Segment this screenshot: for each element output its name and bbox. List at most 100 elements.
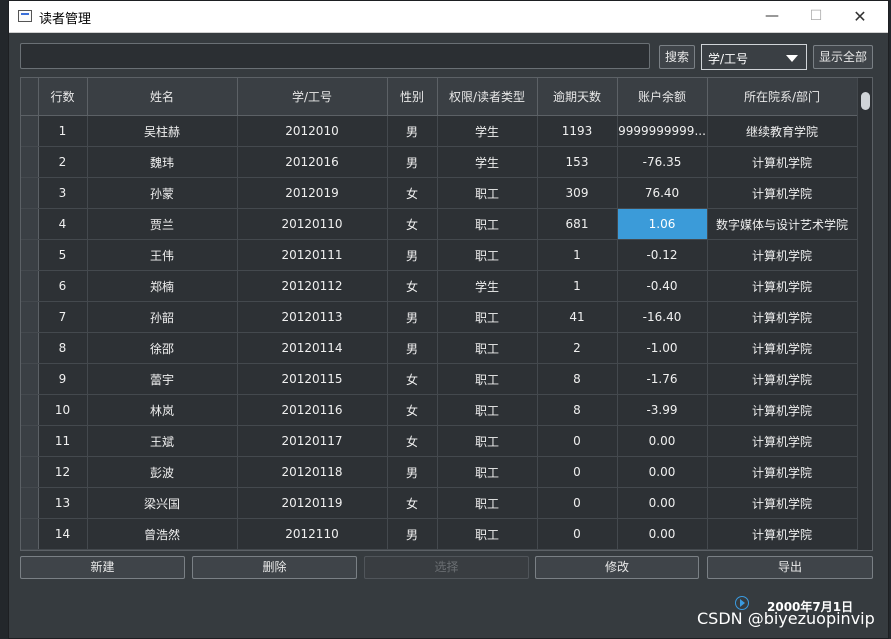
row-header[interactable] xyxy=(21,301,39,333)
table-row[interactable]: 1 吴柱赫 2012010 男学生 1193 9999999999... 继续教育学院 xyxy=(21,115,858,147)
table-cell[interactable]: 20120117 xyxy=(237,425,388,457)
column-header[interactable]: 学/工号 xyxy=(237,78,388,116)
table-cell[interactable]: 2012010 xyxy=(237,115,388,147)
table-cell[interactable]: 王伟 xyxy=(87,239,238,271)
search-button[interactable]: 搜索 xyxy=(659,45,695,69)
table-cell[interactable]: 女 xyxy=(387,394,438,426)
column-header[interactable]: 权限/读者类型 xyxy=(437,78,538,116)
table-cell[interactable]: 计算机学院 xyxy=(707,549,858,550)
table-cell[interactable]: 0.00 xyxy=(617,549,708,550)
table-cell[interactable]: 309 xyxy=(537,177,618,209)
table-cell[interactable]: 计算机学院 xyxy=(707,456,858,488)
table-cell[interactable]: -0.12 xyxy=(617,239,708,271)
table-cell[interactable]: 12 xyxy=(38,456,88,488)
table-cell[interactable]: 0.00 xyxy=(617,425,708,457)
title-bar[interactable]: 读者管理 — ☐ ✕ xyxy=(9,1,888,33)
table-cell[interactable]: 20120112 xyxy=(237,270,388,302)
row-header[interactable] xyxy=(21,270,39,302)
table-cell[interactable]: 徐邵 xyxy=(87,332,238,364)
column-header[interactable]: 账户余额 xyxy=(617,78,708,116)
table-cell[interactable]: 76.40 xyxy=(617,177,708,209)
table-row[interactable]: 6 郑楠 20120112 女学生 1 -0.40 计算机学院 xyxy=(21,270,858,302)
row-header[interactable] xyxy=(21,332,39,364)
table-cell[interactable]: 2012016 xyxy=(237,146,388,178)
table-row[interactable]: 15余鹏2012111男职工00.00计算机学院 xyxy=(21,549,858,550)
table-cell[interactable]: 职工 xyxy=(437,363,538,395)
table-cell[interactable]: 魏玮 xyxy=(87,146,238,178)
table-row[interactable]: 12 彭波 20120118 男职工 0 0.00 计算机学院 xyxy=(21,456,858,488)
table-cell[interactable]: 0 xyxy=(537,487,618,519)
row-header[interactable] xyxy=(21,456,39,488)
search-input[interactable] xyxy=(20,43,650,69)
table-cell[interactable]: 9 xyxy=(38,363,88,395)
maximize-icon[interactable]: ☐ xyxy=(793,1,839,32)
column-header[interactable]: 逾期天数 xyxy=(537,78,618,116)
table-cell[interactable]: 9999999999... xyxy=(617,115,708,147)
table-cell[interactable]: 蕾宇 xyxy=(87,363,238,395)
row-header[interactable] xyxy=(21,425,39,457)
table-cell[interactable]: 8 xyxy=(537,394,618,426)
row-header[interactable] xyxy=(21,115,39,147)
reader-table[interactable]: 行数 姓名 学/工号 性别 权限/读者类型 逾期天数 账户余额 所在院系/部门 … xyxy=(20,77,873,551)
table-cell[interactable]: 林岚 xyxy=(87,394,238,426)
table-cell[interactable]: 681 xyxy=(537,208,618,240)
table-cell[interactable]: 41 xyxy=(537,301,618,333)
table-cell[interactable]: 学生 xyxy=(437,270,538,302)
table-cell[interactable]: 计算机学院 xyxy=(707,487,858,519)
table-cell[interactable]: 0.00 xyxy=(617,487,708,519)
table-cell[interactable]: 6 xyxy=(38,270,88,302)
play-clock-icon[interactable] xyxy=(735,596,749,610)
table-cell[interactable]: 女 xyxy=(387,425,438,457)
table-cell[interactable]: 女 xyxy=(387,487,438,519)
table-row[interactable]: 10 林岚 20120116 女职工 8 -3.99 计算机学院 xyxy=(21,394,858,426)
table-cell[interactable]: 0 xyxy=(537,425,618,457)
table-cell[interactable]: 3 xyxy=(38,177,88,209)
table-cell[interactable]: 男 xyxy=(387,518,438,550)
table-cell[interactable]: 郑楠 xyxy=(87,270,238,302)
table-cell[interactable]: 孙蒙 xyxy=(87,177,238,209)
table-cell[interactable]: 学生 xyxy=(437,146,538,178)
table-cell[interactable]: 计算机学院 xyxy=(707,394,858,426)
table-cell[interactable]: -3.99 xyxy=(617,394,708,426)
table-cell[interactable]: 计算机学院 xyxy=(707,301,858,333)
table-cell[interactable]: 职工 xyxy=(437,394,538,426)
table-cell[interactable]: 孙韶 xyxy=(87,301,238,333)
table-cell[interactable]: 职工 xyxy=(437,239,538,271)
table-cell[interactable]: 20120111 xyxy=(237,239,388,271)
table-cell[interactable]: -76.35 xyxy=(617,146,708,178)
scrollbar-thumb[interactable] xyxy=(861,92,870,110)
table-cell[interactable]: 职工 xyxy=(437,518,538,550)
table-cell[interactable]: 职工 xyxy=(437,549,538,550)
table-cell[interactable]: -1.76 xyxy=(617,363,708,395)
table-cell[interactable]: 1.06 xyxy=(617,208,708,240)
table-cell[interactable]: 0 xyxy=(537,518,618,550)
row-header[interactable] xyxy=(21,549,39,550)
table-cell[interactable]: 余鹏 xyxy=(87,549,238,550)
table-cell[interactable]: 王斌 xyxy=(87,425,238,457)
table-cell[interactable]: 2 xyxy=(537,332,618,364)
table-cell[interactable]: 贾兰 xyxy=(87,208,238,240)
search-field-select[interactable]: 学/工号 xyxy=(701,44,807,70)
table-row[interactable]: 7 孙韶 20120113 男职工 41 -16.40 计算机学院 xyxy=(21,301,858,333)
table-cell[interactable]: 1193 xyxy=(537,115,618,147)
table-cell[interactable]: 职工 xyxy=(437,456,538,488)
table-cell[interactable]: 男 xyxy=(387,301,438,333)
edit-button[interactable]: 修改 xyxy=(535,556,699,579)
row-header[interactable] xyxy=(21,363,39,395)
table-cell[interactable]: 20120110 xyxy=(237,208,388,240)
table-cell[interactable]: 学生 xyxy=(437,115,538,147)
export-button[interactable]: 导出 xyxy=(707,556,873,579)
table-cell[interactable]: 2012111 xyxy=(237,549,388,550)
row-header[interactable] xyxy=(21,487,39,519)
table-cell[interactable]: 20120116 xyxy=(237,394,388,426)
table-cell[interactable]: 15 xyxy=(38,549,88,550)
table-cell[interactable]: 数字媒体与设计艺术学院 xyxy=(707,208,858,240)
minimize-icon[interactable]: — xyxy=(749,1,795,32)
row-header[interactable] xyxy=(21,146,39,178)
table-row[interactable]: 4 贾兰 20120110 女职工 681 1.06 数字媒体与设计艺术学院 xyxy=(21,208,858,240)
table-cell[interactable]: 13 xyxy=(38,487,88,519)
table-cell[interactable]: 2012110 xyxy=(237,518,388,550)
column-header[interactable]: 性别 xyxy=(387,78,438,116)
table-cell[interactable]: 计算机学院 xyxy=(707,425,858,457)
row-header[interactable] xyxy=(21,208,39,240)
